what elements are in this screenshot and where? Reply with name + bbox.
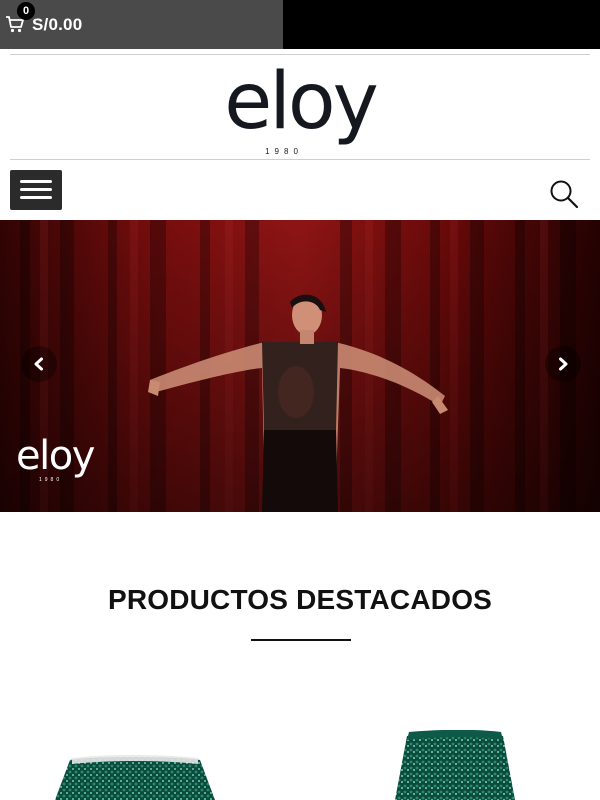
- brand-logo-year: 1980: [265, 147, 303, 156]
- hero-slider[interactable]: eloy 1980: [0, 220, 600, 512]
- title-underline: [251, 639, 351, 641]
- chevron-right-icon: [559, 357, 568, 371]
- cart-button[interactable]: 0 S/0.00: [0, 0, 283, 49]
- header-divider-bottom: [10, 159, 590, 160]
- slider-next-button[interactable]: [545, 346, 581, 382]
- hero-logo-year: 1980: [39, 477, 63, 483]
- brand-logo[interactable]: eloy 1980: [208, 57, 392, 158]
- chevron-left-icon: [34, 357, 43, 371]
- hero-logo-wordmark: eloy: [16, 433, 95, 479]
- product-image-pants[interactable]: [385, 730, 525, 800]
- slider-prev-button[interactable]: [21, 346, 57, 382]
- top-bar: 0 S/0.00: [0, 0, 600, 49]
- menu-button[interactable]: [10, 170, 62, 210]
- featured-products-title: PRODUCTOS DESTACADOS: [107, 584, 493, 615]
- product-image-shorts[interactable]: [50, 752, 220, 800]
- cart-total: S/0.00: [32, 15, 83, 34]
- hero-brand-logo: eloy 1980: [16, 432, 106, 483]
- brand-logo-wordmark: eloy: [224, 57, 379, 147]
- search-icon[interactable]: [548, 178, 580, 210]
- header-divider-top: [10, 54, 590, 55]
